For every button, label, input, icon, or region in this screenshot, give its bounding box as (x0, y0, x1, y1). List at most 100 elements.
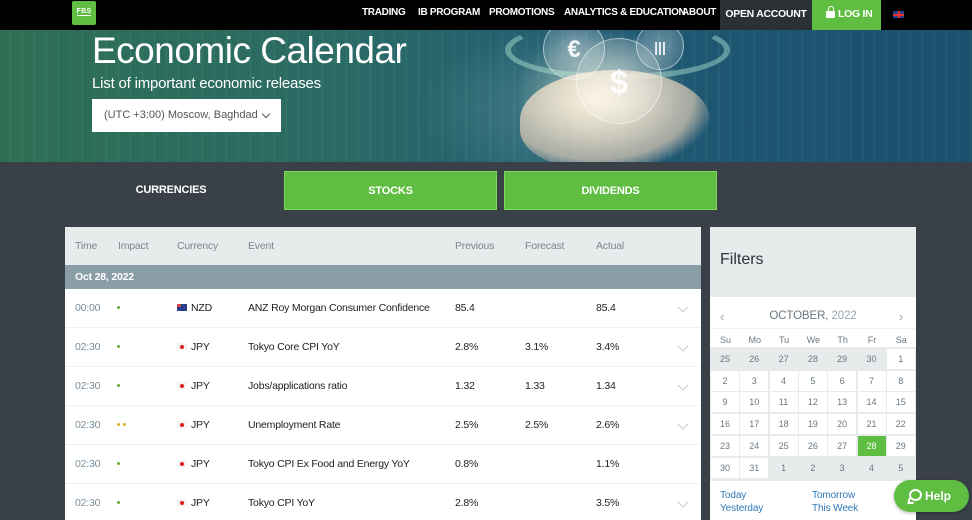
impact-dot (117, 306, 120, 309)
event-currency: NZD (177, 289, 212, 327)
calendar-day[interactable]: 5 (798, 370, 827, 391)
calendar-day[interactable]: 29 (886, 435, 915, 456)
calendar-day[interactable]: 30 (711, 457, 739, 478)
calendar-day[interactable]: 7 (857, 370, 886, 391)
event-actual: 3.5% (596, 497, 620, 509)
calendar-day[interactable]: 12 (798, 392, 827, 413)
calendar-day[interactable]: 28 (857, 435, 886, 456)
calendar-day-other-month[interactable]: 25 (711, 349, 739, 369)
calendar-day-other-month[interactable]: 26 (740, 349, 769, 369)
calendar-day[interactable]: 11 (769, 392, 798, 413)
table-row[interactable]: 02:30 JPY Tokyo Core CPI YoY 2.8% 3.1% 3.4% (65, 328, 701, 367)
page-subtitle: List of important economic releases (92, 75, 321, 92)
chevron-down-icon[interactable] (677, 496, 689, 508)
chevron-down-icon[interactable] (677, 379, 689, 391)
login-button[interactable]: LOG IN (812, 0, 881, 30)
quick-link-today[interactable]: Today (720, 490, 746, 501)
impact-dot (117, 501, 120, 504)
economic-events-table: Time Impact Currency Event Previous Fore… (65, 227, 701, 520)
date-group-header: Oct 28, 2022 (65, 265, 701, 289)
calendar-day[interactable]: 1 (886, 349, 915, 369)
table-header: Time Impact Currency Event Previous Fore… (65, 227, 701, 265)
nav-analytics-education[interactable]: ANALYTICS & EDUCATION (564, 0, 686, 30)
calendar-day[interactable]: 6 (828, 370, 857, 391)
table-row[interactable]: 02:30 JPY Tokyo CPI Ex Food and Energy YoY… (65, 445, 701, 484)
weekday-label: Tu (779, 335, 790, 345)
chevron-down-icon (261, 109, 271, 119)
chevron-down-icon[interactable] (677, 340, 689, 352)
chevron-left-icon[interactable]: ‹ (720, 309, 724, 324)
calendar-day[interactable]: 9 (711, 392, 739, 413)
tab-dividends[interactable]: DIVIDENDS (504, 171, 717, 210)
calendar-day[interactable]: 17 (740, 414, 769, 435)
uk-flag-icon[interactable] (893, 11, 904, 18)
fbs-logo[interactable]: FBS (72, 1, 96, 25)
quick-link-yesterday[interactable]: Yesterday (720, 503, 763, 514)
calendar-day[interactable]: 13 (828, 392, 857, 413)
calendar-day[interactable]: 27 (828, 435, 857, 456)
chevron-down-icon[interactable] (677, 301, 689, 313)
calendar-day-other-month[interactable]: 4 (857, 457, 886, 478)
event-time: 02:30 (75, 458, 101, 470)
calendar-day-other-month[interactable]: 1 (769, 457, 798, 478)
quick-link-tomorrow[interactable]: Tomorrow (812, 490, 855, 501)
timezone-select[interactable]: (UTC +3:00) Moscow, Baghdad (92, 99, 281, 132)
calendar-day[interactable]: 24 (740, 435, 769, 456)
impact-dot (117, 345, 120, 348)
calendar-day-other-month[interactable]: 30 (857, 349, 886, 369)
calendar-day-other-month[interactable]: 2 (798, 457, 827, 478)
event-time: 02:30 (75, 419, 101, 431)
calendar-day[interactable]: 15 (886, 392, 915, 413)
calendar-day[interactable]: 26 (798, 435, 827, 456)
event-currency: JPY (177, 328, 210, 366)
calendar-day[interactable]: 22 (886, 414, 915, 435)
table-row[interactable]: 02:30 JPY Tokyo CPI YoY 2.8% 3.5% (65, 484, 701, 520)
calendar-day[interactable]: 23 (711, 435, 739, 456)
impact-dot (117, 384, 120, 387)
calendar-day-other-month[interactable]: 5 (886, 457, 915, 478)
calendar-day[interactable]: 4 (769, 370, 798, 391)
open-account-button[interactable]: OPEN ACCOUNT (720, 0, 812, 30)
weekday-label: Sa (895, 335, 907, 345)
calendar-day[interactable]: 31 (740, 457, 769, 478)
help-label: Help (925, 489, 952, 503)
event-previous: 2.5% (455, 419, 479, 431)
chevron-right-icon[interactable]: › (899, 309, 903, 324)
calendar-day-other-month[interactable]: 29 (828, 349, 857, 369)
calendar-day[interactable]: 14 (857, 392, 886, 413)
impact-dot (123, 423, 126, 426)
calendar-day[interactable]: 10 (740, 392, 769, 413)
nav-promotions[interactable]: PROMOTIONS (489, 0, 555, 30)
calendar-day[interactable]: 3 (740, 370, 769, 391)
weekday-label: Fr (867, 335, 877, 345)
calendar-day[interactable]: 16 (711, 414, 739, 435)
nav-about[interactable]: ABOUT (682, 0, 716, 30)
table-row[interactable]: 00:00 NZD ANZ Roy Morgan Consumer Confiden… (65, 289, 701, 328)
calendar-day-other-month[interactable]: 28 (798, 349, 827, 369)
calendar-day[interactable]: 18 (769, 414, 798, 435)
calendar-day[interactable]: 19 (798, 414, 827, 435)
calendar-day[interactable]: 8 (886, 370, 915, 391)
calendar-month-label: OCTOBER, 2022 (769, 310, 857, 322)
table-row[interactable]: 02:30 JPY Jobs/applications ratio 1.32 1.33 1… (65, 367, 701, 406)
nav-trading[interactable]: TRADING (362, 0, 406, 30)
calendar-day[interactable]: 25 (769, 435, 798, 456)
quick-link-this-week[interactable]: This Week (812, 503, 858, 514)
event-actual: 3.4% (596, 341, 620, 353)
calendar-day[interactable]: 2 (711, 370, 739, 391)
tab-currencies[interactable]: CURRENCIES (65, 171, 277, 210)
impact-dot (117, 423, 120, 426)
timezone-value: (UTC +3:00) Moscow, Baghdad (104, 109, 258, 121)
help-button[interactable]: Help (894, 480, 969, 512)
chevron-down-icon[interactable] (677, 418, 689, 430)
calendar-day-other-month[interactable]: 3 (828, 457, 857, 478)
table-row[interactable]: 02:30 JPY Unemployment Rate 2.5% 2.5% 2.6% (65, 406, 701, 445)
event-previous: 0.8% (455, 458, 479, 470)
calendar-day[interactable]: 20 (828, 414, 857, 435)
event-name: ANZ Roy Morgan Consumer Confidence (248, 302, 430, 314)
tab-stocks[interactable]: STOCKS (284, 171, 497, 210)
calendar-day-other-month[interactable]: 27 (769, 349, 798, 369)
calendar-day[interactable]: 21 (857, 414, 886, 435)
nav-ib-program[interactable]: IB PROGRAM (418, 0, 480, 30)
event-name: Tokyo CPI YoY (248, 497, 315, 509)
